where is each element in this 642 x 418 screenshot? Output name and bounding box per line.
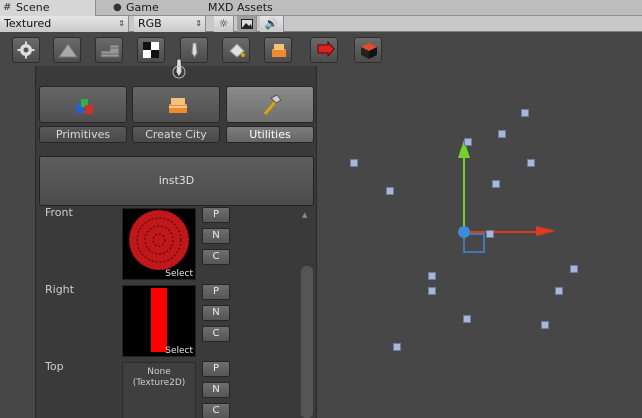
top-label: Top bbox=[45, 360, 64, 373]
scene-object-marker[interactable] bbox=[527, 159, 535, 167]
scene-object-marker[interactable] bbox=[486, 230, 494, 238]
scene-object-marker[interactable] bbox=[350, 159, 358, 167]
gizmo-x-arrow-icon[interactable] bbox=[536, 226, 556, 236]
top-c-button[interactable]: C bbox=[202, 403, 230, 418]
pen-cursor-icon bbox=[172, 58, 186, 79]
front-label: Front bbox=[45, 206, 73, 219]
right-c-button[interactable]: C bbox=[202, 326, 230, 342]
scene-object-marker[interactable] bbox=[521, 109, 529, 117]
front-p-button[interactable]: P bbox=[202, 207, 230, 223]
scene-object-marker[interactable] bbox=[428, 272, 436, 280]
front-n-button[interactable]: N bbox=[202, 228, 230, 244]
scene-object-marker[interactable] bbox=[464, 138, 472, 146]
scroll-up-arrow-icon[interactable]: ▲ bbox=[302, 211, 307, 219]
top-p-button[interactable]: P bbox=[202, 361, 230, 377]
panel-scroll-thumb[interactable] bbox=[301, 266, 313, 418]
primitives-tab[interactable]: Primitives bbox=[39, 126, 127, 143]
scene-object-marker[interactable] bbox=[393, 343, 401, 351]
unity-editor: # Scene ● Game MXD Assets Textured ⇕ RGB… bbox=[0, 0, 642, 418]
front-select-label[interactable]: Select bbox=[165, 269, 193, 279]
create-city-tab[interactable]: Create City bbox=[132, 126, 220, 143]
hammer-icon bbox=[263, 94, 282, 115]
scene-object-marker[interactable] bbox=[463, 315, 471, 323]
primitives-tab-label: Primitives bbox=[55, 128, 111, 141]
scene-object-marker[interactable] bbox=[498, 130, 506, 138]
utilities-tab[interactable]: Utilities bbox=[226, 126, 314, 143]
right-texture-slot[interactable]: Select bbox=[122, 285, 196, 357]
top-texture-slot[interactable]: None (Texture2D) bbox=[122, 362, 196, 418]
right-label: Right bbox=[45, 283, 74, 296]
scene-object-marker[interactable] bbox=[555, 287, 563, 295]
front-texture-slot[interactable]: Select bbox=[122, 208, 196, 280]
inst3d-button[interactable]: inst3D bbox=[39, 156, 314, 206]
utilities-tab-label: Utilities bbox=[249, 128, 291, 141]
city-icon bbox=[169, 98, 187, 113]
scene-object-marker[interactable] bbox=[386, 187, 394, 195]
scene-object-marker[interactable] bbox=[428, 287, 436, 295]
scene-object-marker[interactable] bbox=[541, 321, 549, 329]
primitives-icon bbox=[76, 99, 93, 114]
inst3d-label: inst3D bbox=[158, 174, 195, 187]
create-city-button[interactable] bbox=[132, 86, 220, 123]
scene-object-marker[interactable] bbox=[492, 180, 500, 188]
scene-object-marker[interactable] bbox=[570, 265, 578, 273]
right-p-button[interactable]: P bbox=[202, 284, 230, 300]
primitives-button[interactable] bbox=[39, 86, 127, 123]
utilities-button[interactable] bbox=[226, 86, 314, 123]
create-city-tab-label: Create City bbox=[145, 128, 207, 141]
right-select-label[interactable]: Select bbox=[165, 346, 193, 356]
mxd-tool-panel: Primitives Create City Utilities inst3D … bbox=[35, 58, 317, 418]
right-n-button[interactable]: N bbox=[202, 305, 230, 321]
top-texture-none-label: None (Texture2D) bbox=[132, 367, 186, 388]
front-c-button[interactable]: C bbox=[202, 249, 230, 265]
top-n-button[interactable]: N bbox=[202, 382, 230, 398]
